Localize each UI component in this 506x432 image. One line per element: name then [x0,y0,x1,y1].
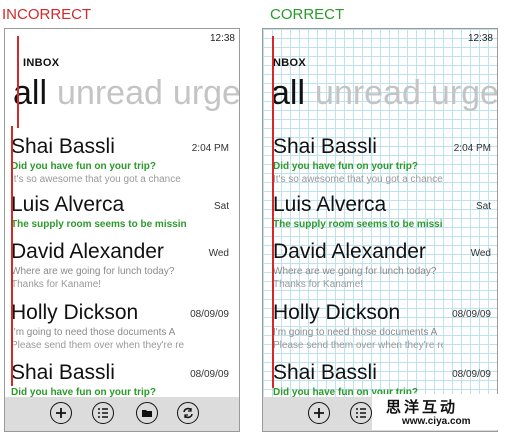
select-icon[interactable] [350,402,372,424]
message-preview: Please send them over when they're re [11,340,185,351]
message-subject: Where are we going for lunch today? [11,266,175,277]
inbox-title: INBOX [23,57,60,69]
message-subject: Did you have fun on your trip? [273,161,418,172]
pivot-urgent[interactable]: urger [173,74,239,112]
pivot-urgent[interactable]: urger [431,74,497,112]
misaligned-guide-line [17,36,19,128]
message-sender: Holly Dickson [11,301,139,324]
message-preview: It's so awesome that you got a chance [273,174,443,185]
correct-heading: CORRECT [270,6,345,23]
aligned-guide-line [272,36,274,388]
message-date: 2:04 PM [453,143,491,154]
message-subject: The supply room seems to be missing [273,219,443,230]
pivot-unread[interactable]: unread [315,74,421,112]
inbox-title: NBOX [273,57,306,69]
message-date: Wed [470,248,491,259]
message-subject: The supply room seems to be missing [11,219,186,230]
sync-icon[interactable] [177,402,199,424]
add-icon[interactable] [308,402,330,424]
watermark-url: www.ciya.com [402,416,471,427]
message-date: Sat [475,201,491,212]
watermark-chinese: 思洋互动 [386,399,459,416]
correct-phone-screen: 12:38 NBOX all unread urger Shai Bassli 2:… [262,28,498,432]
message-sender: Luis Alverca [11,193,125,216]
message-date: 2:04 PM [191,143,229,154]
app-bar [5,397,239,431]
pivot-header: allunreadurger [13,73,239,113]
message-sender: Luis Alverca [273,193,387,216]
message-sender: David Alexander [273,240,426,263]
message-subject: Where are we going for lunch today? [273,266,437,277]
status-clock: 12:38 [467,33,493,44]
message-preview: Thanks for Kaname! [273,279,364,290]
message-date: 08/09/09 [190,369,229,380]
message-subject: I'm going to need those documents A [11,327,176,338]
message-date: Wed [208,248,229,259]
message-sender: Shai Bassli [11,135,115,158]
pivot-header: all unread urger [271,73,497,113]
select-icon[interactable] [92,402,114,424]
message-date: 08/09/09 [190,309,229,320]
message-sender: Shai Bassli [11,361,115,384]
message-sender: David Alexander [11,240,164,263]
message-sender: Shai Bassli [273,135,377,158]
message-preview: Thanks for Kaname! [11,279,102,290]
message-date: 08/09/09 [452,369,491,380]
misaligned-guide-line [11,126,13,386]
message-preview: It's so awesome that you got a chance [11,174,181,185]
message-date: 08/09/09 [452,309,491,320]
message-date: Sat [213,201,229,212]
incorrect-phone-screen: 12:38 INBOX allunreadurger Shai Bassli 2… [4,28,240,432]
message-sender: Holly Dickson [273,301,401,324]
pivot-all[interactable]: all [271,74,305,112]
message-subject: I'm going to need those documents A [273,327,438,338]
message-subject: Did you have fun on your trip? [11,161,156,172]
pivot-unread[interactable]: unread [57,74,163,112]
incorrect-heading: INCORRECT [2,6,92,23]
folder-icon[interactable] [136,402,158,424]
status-clock: 12:38 [209,33,235,44]
message-sender: Shai Bassli [273,361,377,384]
add-icon[interactable] [50,402,72,424]
message-preview: Please send them over when they're re [273,340,443,351]
